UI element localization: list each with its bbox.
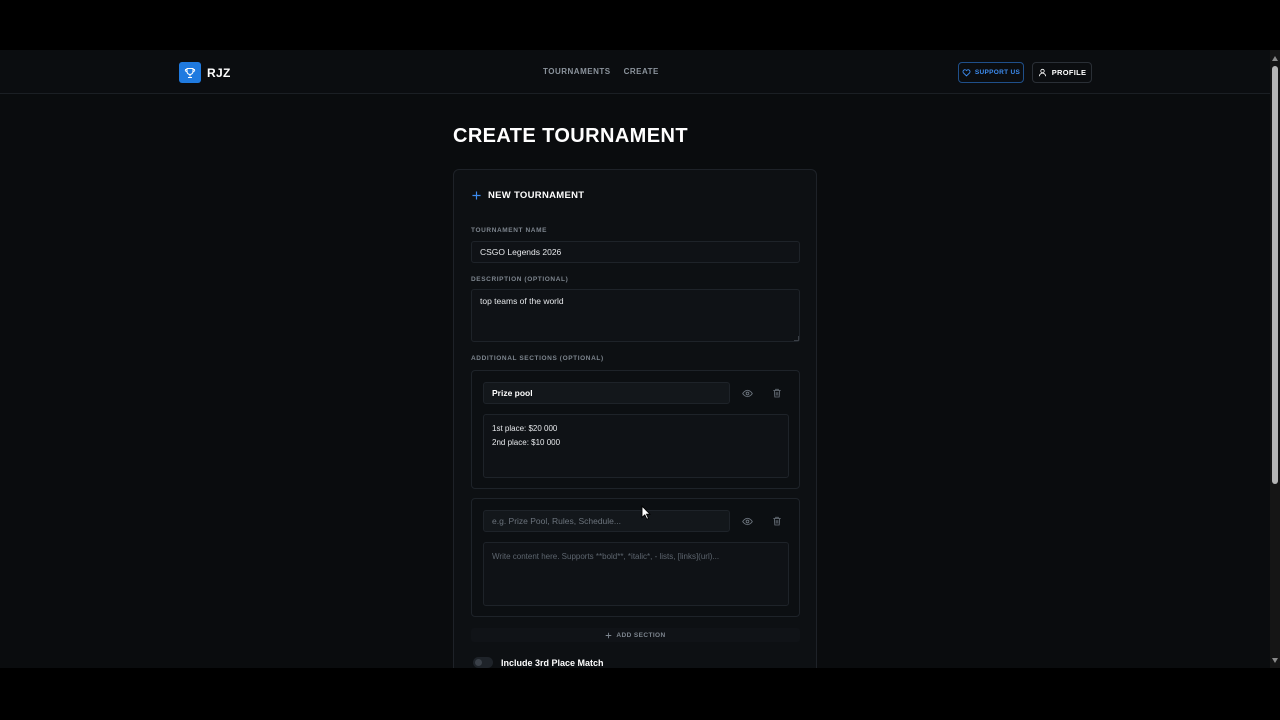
description-textarea[interactable]: top teams of the world <box>471 289 800 342</box>
letterbox-top <box>0 0 1280 50</box>
new-tournament-form: NEW TOURNAMENT TOURNAMENT NAME DESCRIPTI… <box>453 169 817 668</box>
section-title-input[interactable] <box>483 510 730 532</box>
mouse-cursor-icon <box>641 505 651 520</box>
resize-handle[interactable] <box>794 336 799 341</box>
letterbox-bottom <box>0 668 1280 720</box>
top-navbar: RJZ TOURNAMENTS CREATE SUPPORT US PROFIL… <box>0 50 1270 94</box>
tournament-name-input[interactable] <box>471 241 800 263</box>
additional-sections-label: ADDITIONAL SECTIONS (OPTIONAL) <box>471 355 604 362</box>
form-header: NEW TOURNAMENT <box>472 190 584 201</box>
section-card: 1st place: $20 000 2nd place: $10 000 <box>471 370 800 489</box>
add-section-label: ADD SECTION <box>616 631 666 639</box>
heart-icon <box>962 69 971 77</box>
nav-link-tournaments[interactable]: TOURNAMENTS <box>543 67 611 76</box>
profile-button[interactable]: PROFILE <box>1032 62 1092 83</box>
third-place-label: Include 3rd Place Match <box>501 657 604 668</box>
toggle-knob <box>475 659 482 666</box>
third-place-toggle[interactable] <box>473 657 493 668</box>
profile-label: PROFILE <box>1051 68 1087 77</box>
eye-icon[interactable] <box>740 514 754 528</box>
main-nav: TOURNAMENTS CREATE <box>543 67 659 76</box>
scrollbar-thumb[interactable] <box>1272 66 1278 484</box>
add-section-button[interactable]: ADD SECTION <box>471 628 800 642</box>
section-title-input[interactable] <box>483 382 730 404</box>
third-place-toggle-row: Include 3rd Place Match <box>473 657 604 668</box>
support-us-label: SUPPORT US <box>974 69 1021 76</box>
eye-icon[interactable] <box>740 386 754 400</box>
page-title: CREATE TOURNAMENT <box>453 125 688 147</box>
scroll-up-arrow-icon[interactable] <box>1272 56 1278 61</box>
plus-icon <box>472 191 481 200</box>
trash-icon[interactable] <box>770 514 784 528</box>
brand-name: RJZ <box>207 65 231 80</box>
page-scrollbar[interactable] <box>1270 50 1280 668</box>
tournament-name-label: TOURNAMENT NAME <box>471 227 548 234</box>
user-icon <box>1038 68 1046 77</box>
section-content-textarea[interactable] <box>483 542 789 606</box>
support-us-button[interactable]: SUPPORT US <box>958 62 1024 83</box>
description-label: DESCRIPTION (OPTIONAL) <box>471 276 569 283</box>
trophy-icon <box>179 62 201 83</box>
plus-icon <box>606 632 612 638</box>
scroll-down-arrow-icon[interactable] <box>1272 658 1278 663</box>
form-header-label: NEW TOURNAMENT <box>488 190 585 201</box>
trash-icon[interactable] <box>770 386 784 400</box>
brand[interactable]: RJZ <box>179 62 231 83</box>
section-card <box>471 498 800 617</box>
section-content-textarea[interactable]: 1st place: $20 000 2nd place: $10 000 <box>483 414 789 478</box>
browser-viewport: RJZ TOURNAMENTS CREATE SUPPORT US PROFIL… <box>0 50 1270 668</box>
nav-link-create[interactable]: CREATE <box>624 67 659 76</box>
